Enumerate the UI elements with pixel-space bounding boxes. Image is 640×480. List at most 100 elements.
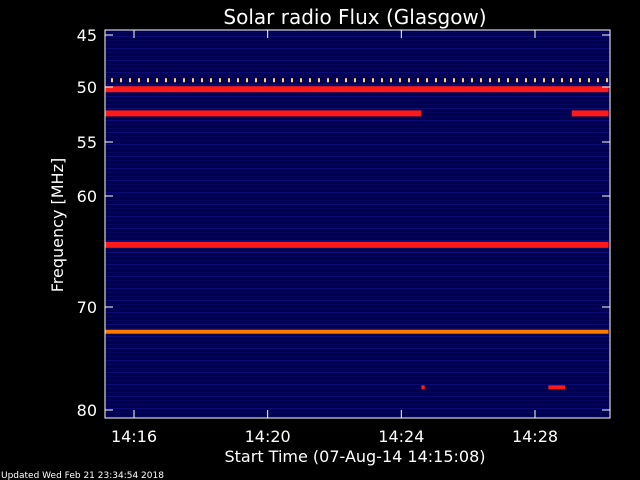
emission-band-1 xyxy=(516,78,518,83)
y-tick-label: 60 xyxy=(77,187,97,206)
noise-stripe xyxy=(105,164,610,165)
noise-stripe xyxy=(105,280,610,281)
y-tick-label: 55 xyxy=(77,133,97,152)
noise-stripe xyxy=(105,32,610,33)
emission-band-1 xyxy=(606,78,608,83)
noise-stripe xyxy=(105,324,610,325)
noise-stripe xyxy=(105,148,610,149)
noise-stripe xyxy=(105,124,610,125)
emission-band-1 xyxy=(156,78,158,83)
noise-stripe xyxy=(105,412,610,413)
y-tick-label: 80 xyxy=(77,401,97,420)
noise-stripe xyxy=(105,200,610,201)
noise-stripe xyxy=(105,252,610,253)
noise-stripe xyxy=(105,64,610,65)
noise-stripe xyxy=(105,192,610,193)
emission-band-1 xyxy=(507,78,509,83)
noise-stripe xyxy=(105,196,610,197)
emission-band-1 xyxy=(444,78,446,83)
emission-band-1 xyxy=(174,78,176,83)
x-axis-title: Start Time (07-Aug-14 14:15:08) xyxy=(225,447,486,466)
emission-band-4 xyxy=(105,241,609,248)
noise-stripe xyxy=(105,380,610,381)
y-axis-title: Frequency [MHz] xyxy=(48,158,67,292)
emission-spot-7 xyxy=(548,385,566,390)
noise-stripe xyxy=(105,288,610,289)
noise-stripe xyxy=(105,44,610,45)
noise-stripe xyxy=(105,340,610,341)
emission-band-1 xyxy=(561,78,563,83)
emission-band-1 xyxy=(345,78,347,83)
emission-band-1 xyxy=(309,78,311,83)
noise-stripe xyxy=(105,368,610,369)
noise-stripe xyxy=(105,152,610,153)
emission-band-1 xyxy=(291,78,293,83)
noise-stripe xyxy=(105,312,610,313)
noise-stripe xyxy=(105,404,610,405)
noise-stripe xyxy=(105,400,610,401)
noise-stripe xyxy=(105,172,610,173)
noise-stripe xyxy=(105,108,610,109)
emission-band-1 xyxy=(264,78,266,83)
emission-band-1 xyxy=(147,78,149,83)
emission-band-1 xyxy=(579,78,581,83)
noise-stripe xyxy=(105,384,610,385)
noise-stripe xyxy=(105,240,610,241)
emission-band-1 xyxy=(300,78,302,83)
emission-band-1 xyxy=(426,78,428,83)
emission-band-1 xyxy=(435,78,437,83)
emission-band-1 xyxy=(498,78,500,83)
noise-stripe xyxy=(105,320,610,321)
noise-stripe xyxy=(105,416,610,417)
noise-stripe xyxy=(105,328,610,329)
noise-stripe xyxy=(105,264,610,265)
emission-band-1 xyxy=(282,78,284,83)
emission-band-1 xyxy=(138,78,140,83)
noise-stripe xyxy=(105,48,610,49)
noise-stripe xyxy=(105,216,610,217)
emission-band-1 xyxy=(480,78,482,83)
noise-stripe xyxy=(105,296,610,297)
noise-stripe xyxy=(105,276,610,277)
noise-stripe xyxy=(105,60,610,61)
emission-band-1 xyxy=(255,78,257,83)
noise-stripe xyxy=(105,140,610,141)
emission-band-1 xyxy=(228,78,230,83)
y-tick-label: 70 xyxy=(77,298,97,317)
noise-stripe xyxy=(105,336,610,337)
noise-stripe xyxy=(105,100,610,101)
emission-band-1 xyxy=(318,78,320,83)
emission-band-1 xyxy=(408,78,410,83)
noise-stripe xyxy=(105,316,610,317)
noise-stripe xyxy=(105,372,610,373)
noise-stripe xyxy=(105,272,610,273)
noise-stripe xyxy=(105,356,610,357)
emission-band-1 xyxy=(192,78,194,83)
noise-stripe xyxy=(105,396,610,397)
noise-stripe xyxy=(105,268,610,269)
noise-stripe xyxy=(105,236,610,237)
emission-band-1 xyxy=(111,78,113,83)
emission-band-1 xyxy=(210,78,212,83)
noise-stripe xyxy=(105,68,610,69)
emission-spot-6 xyxy=(421,385,425,390)
noise-stripe xyxy=(105,104,610,105)
noise-stripe xyxy=(105,304,610,305)
emission-band-2 xyxy=(105,110,422,117)
x-tick-label: 14:28 xyxy=(512,427,558,446)
emission-band-3 xyxy=(571,110,609,117)
emission-band-1 xyxy=(489,78,491,83)
noise-stripe xyxy=(105,180,610,181)
x-tick-label: 14:16 xyxy=(111,427,157,446)
emission-band-1 xyxy=(552,78,554,83)
emission-band-1 xyxy=(525,78,527,83)
noise-stripe xyxy=(105,36,610,37)
emission-band-1 xyxy=(219,78,221,83)
emission-band-1 xyxy=(327,78,329,83)
x-tick-label: 14:20 xyxy=(245,427,291,446)
emission-band-1 xyxy=(534,78,536,83)
noise-stripe xyxy=(105,232,610,233)
noise-stripe xyxy=(105,256,610,257)
emission-band-1 xyxy=(453,78,455,83)
emission-band-1 xyxy=(417,78,419,83)
